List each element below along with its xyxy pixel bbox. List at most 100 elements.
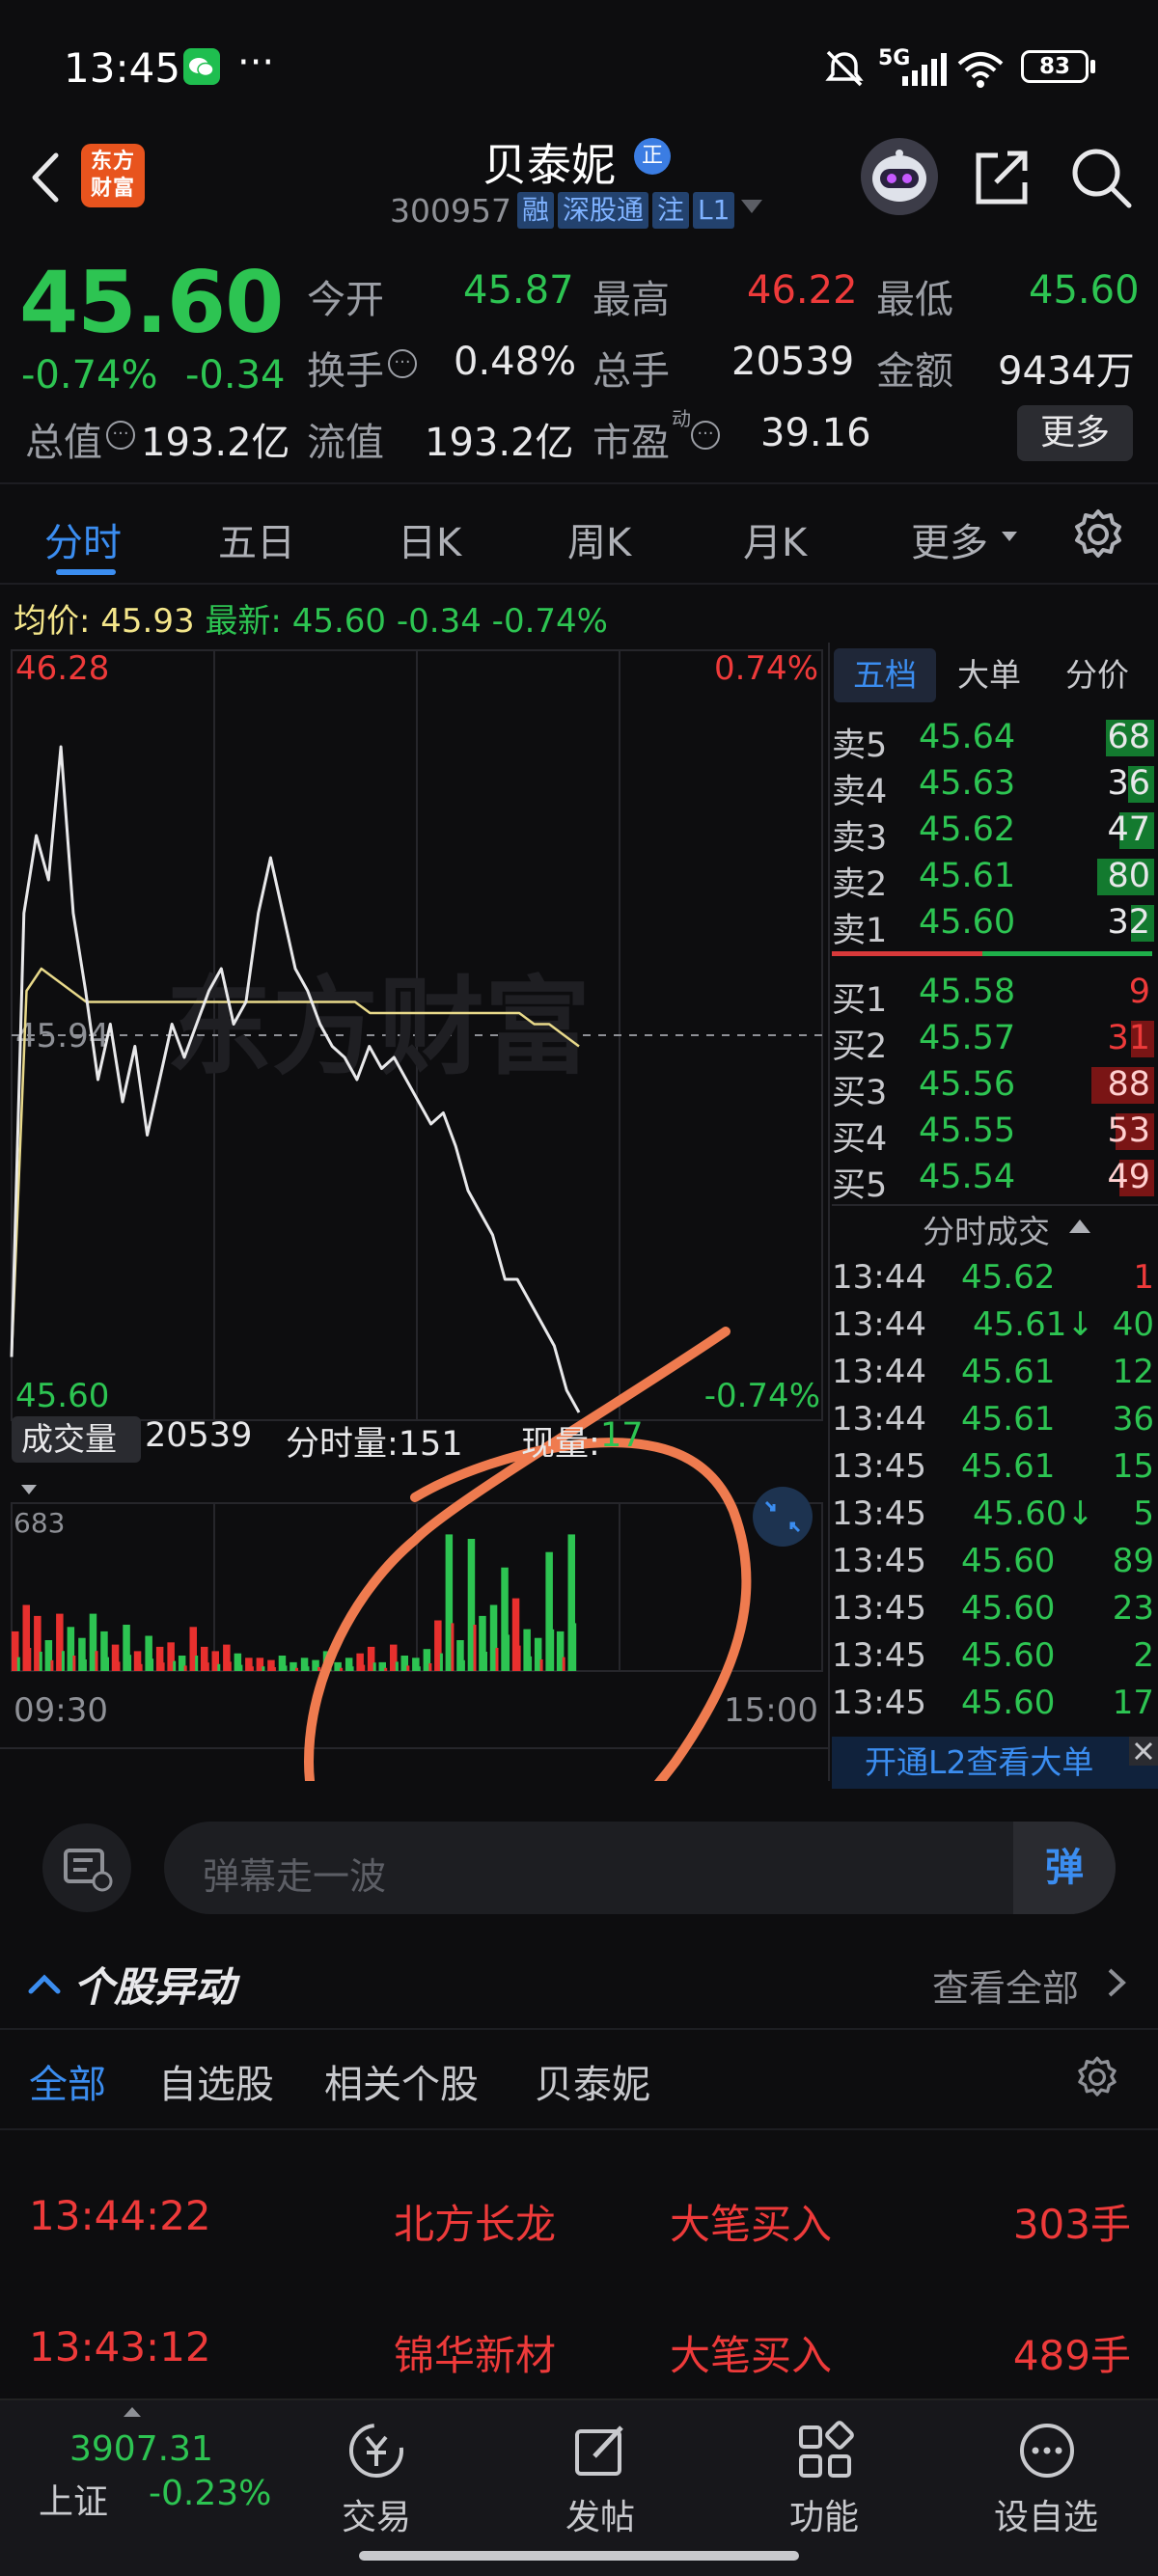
filter-stock[interactable]: 贝泰妮 xyxy=(535,2053,650,2109)
orderbook-tab-big-orders[interactable]: 大单 xyxy=(957,648,1021,702)
stock-name: 贝泰妮 xyxy=(482,139,616,191)
level-label: 买4 xyxy=(832,1120,888,1159)
search-icon[interactable] xyxy=(1069,146,1133,213)
orange-annotation-scribble xyxy=(303,1327,752,1781)
l2-banner[interactable]: 开通L2查看大单 xyxy=(832,1737,1158,1789)
volume-bar-minor xyxy=(484,1652,487,1671)
ask-level[interactable]: 卖3 45.62 47 xyxy=(832,808,1158,858)
amount-label: 金额 xyxy=(876,349,953,394)
nav-add-watch[interactable]: 设自选 xyxy=(984,2400,1110,2576)
mover-row[interactable]: 13:43:12 锦华新材 大笔买入 489手 xyxy=(0,2285,1158,2400)
tick-row: 13:44 45.62 1 xyxy=(830,1258,1158,1305)
intraday-chart[interactable]: 东方财富 46.28 0.74% 45.60 -0.74% 45.94 683 09:30 15… xyxy=(0,643,830,1781)
ticks-title[interactable]: 分时成交 xyxy=(923,1206,1050,1252)
filter-watchlist[interactable]: 自选股 xyxy=(158,2053,274,2109)
mover-row[interactable]: 13:44:22 北方长龙 大笔买入 303手 xyxy=(0,2153,1158,2269)
stock-tag: 融 xyxy=(517,192,555,229)
tab-month-k[interactable]: 月K xyxy=(743,511,807,567)
bid-level[interactable]: 买1 45.58 9 xyxy=(832,971,1158,1020)
ask-level[interactable]: 卖2 45.61 80 xyxy=(832,855,1158,904)
danmu-input[interactable]: 弹幕走一波 弹 xyxy=(164,1822,1116,1914)
brand-logo: 东方财富 xyxy=(81,144,145,207)
volume-bar-minor xyxy=(217,1663,221,1671)
filter-all[interactable]: 全部 xyxy=(29,2053,106,2109)
movers-settings-icon[interactable] xyxy=(1075,2055,1119,2103)
tick-price: 45.60↓ xyxy=(973,1494,1094,1533)
volume-bar-minor xyxy=(461,1659,465,1671)
mover-name: 锦华新材 xyxy=(394,2332,557,2379)
ask-level[interactable]: 卖5 45.64 68 xyxy=(832,716,1158,765)
bid-level[interactable]: 买4 45.55 53 xyxy=(832,1110,1158,1159)
share-icon[interactable] xyxy=(969,146,1033,213)
orderbook-tab-price-dist[interactable]: 分价 xyxy=(1065,648,1129,702)
danmu-settings-icon[interactable] xyxy=(42,1823,131,1912)
latest-label: 最新: xyxy=(205,602,282,641)
volume-bar-minor xyxy=(395,1661,399,1671)
tab-intraday[interactable]: 分时 xyxy=(44,511,122,567)
mover-amount: 489手 xyxy=(1012,2332,1131,2379)
back-icon[interactable] xyxy=(17,144,75,211)
nav-post[interactable]: 发帖 xyxy=(542,2400,658,2576)
high-label: 最高 xyxy=(593,278,670,322)
avg-value: 45.93 xyxy=(100,602,195,641)
tab-five-day[interactable]: 五日 xyxy=(218,511,295,567)
robot-assistant-icon[interactable] xyxy=(861,138,938,215)
nav-functions[interactable]: 功能 xyxy=(766,2400,882,2576)
y-bottom-label: 45.60 xyxy=(15,1377,109,1415)
level-label: 卖5 xyxy=(832,726,888,765)
level-price: 45.63 xyxy=(919,764,1016,803)
ask-level[interactable]: 卖1 45.60 32 xyxy=(832,901,1158,950)
l2-banner-close-icon[interactable] xyxy=(1129,1737,1158,1766)
danmu-bar: 弹幕走一波 弹 xyxy=(0,1795,1158,1930)
filter-divider xyxy=(0,2128,1158,2130)
tick-time: 13:45 xyxy=(832,1636,926,1675)
mcap-info-icon[interactable]: ··· xyxy=(106,421,135,450)
bid-level[interactable]: 买2 45.57 31 xyxy=(832,1017,1158,1066)
tag-dropdown-icon[interactable] xyxy=(741,200,762,219)
ticks-collapse-icon[interactable] xyxy=(1069,1218,1090,1237)
bid-level[interactable]: 买3 45.56 88 xyxy=(832,1063,1158,1112)
volume-bar-minor xyxy=(539,1659,543,1671)
more-button[interactable]: 更多 xyxy=(1017,405,1133,461)
turnover-label: 换手 xyxy=(307,349,384,394)
chevron-right-icon[interactable] xyxy=(1106,1966,1127,2003)
tick-volume: 5 xyxy=(1133,1494,1154,1533)
nav-functions-label: 功能 xyxy=(789,2498,860,2537)
volume-bar-minor xyxy=(362,1664,366,1671)
volume-bar-minor xyxy=(517,1645,521,1671)
tick-row: 13:45 45.61 15 xyxy=(830,1447,1158,1494)
settings-gear-icon[interactable] xyxy=(1071,507,1125,565)
ask-level[interactable]: 卖4 45.63 36 xyxy=(832,762,1158,811)
volume-bar-minor xyxy=(239,1664,243,1671)
chart-tabs: 分时 五日 日K 周K 月K 更多 xyxy=(0,482,1158,585)
volume-bar-minor xyxy=(117,1661,121,1671)
filter-related[interactable]: 相关个股 xyxy=(324,2053,479,2109)
level-label: 卖2 xyxy=(832,865,888,904)
fullscreen-toggle-icon[interactable] xyxy=(753,1487,813,1547)
status-time: 13:45 xyxy=(64,44,181,92)
orderbook-tab-five-levels[interactable]: 五档 xyxy=(834,648,936,702)
nav-trade[interactable]: 交易 xyxy=(318,2400,434,2576)
latest-change: -0.34 xyxy=(396,602,482,641)
volume-bar-minor xyxy=(573,1623,577,1671)
volume-selector[interactable]: 成交量 xyxy=(12,1416,141,1494)
index-widget[interactable]: 3907.31 上证 -0.23% xyxy=(0,2400,290,2576)
stock-tag: L1 xyxy=(693,192,735,229)
collapse-chevron-icon[interactable] xyxy=(27,1972,62,1999)
volume-bar-minor xyxy=(507,1634,510,1671)
pe-info-icon[interactable]: ··· xyxy=(691,421,720,450)
tab-more[interactable]: 更多 xyxy=(911,511,988,567)
post-edit-icon xyxy=(575,2425,623,2476)
amount-value: 9434万 xyxy=(998,349,1135,394)
turnover-info-icon[interactable]: ··· xyxy=(388,349,417,378)
view-all-link[interactable]: 查看全部 xyxy=(932,1959,1079,2012)
danmu-send-button[interactable]: 弹 xyxy=(1013,1822,1116,1914)
level-volume: 31 xyxy=(1107,1019,1150,1057)
bid-level[interactable]: 买5 45.54 49 xyxy=(832,1156,1158,1205)
tab-day-k[interactable]: 日K xyxy=(398,511,461,567)
index-value: 3907.31 xyxy=(69,2429,213,2469)
index-name: 上证 xyxy=(39,2482,109,2522)
status-more-dots: ··· xyxy=(237,41,275,85)
battery-icon: 83 xyxy=(1021,50,1089,83)
tab-week-k[interactable]: 周K xyxy=(567,511,631,567)
